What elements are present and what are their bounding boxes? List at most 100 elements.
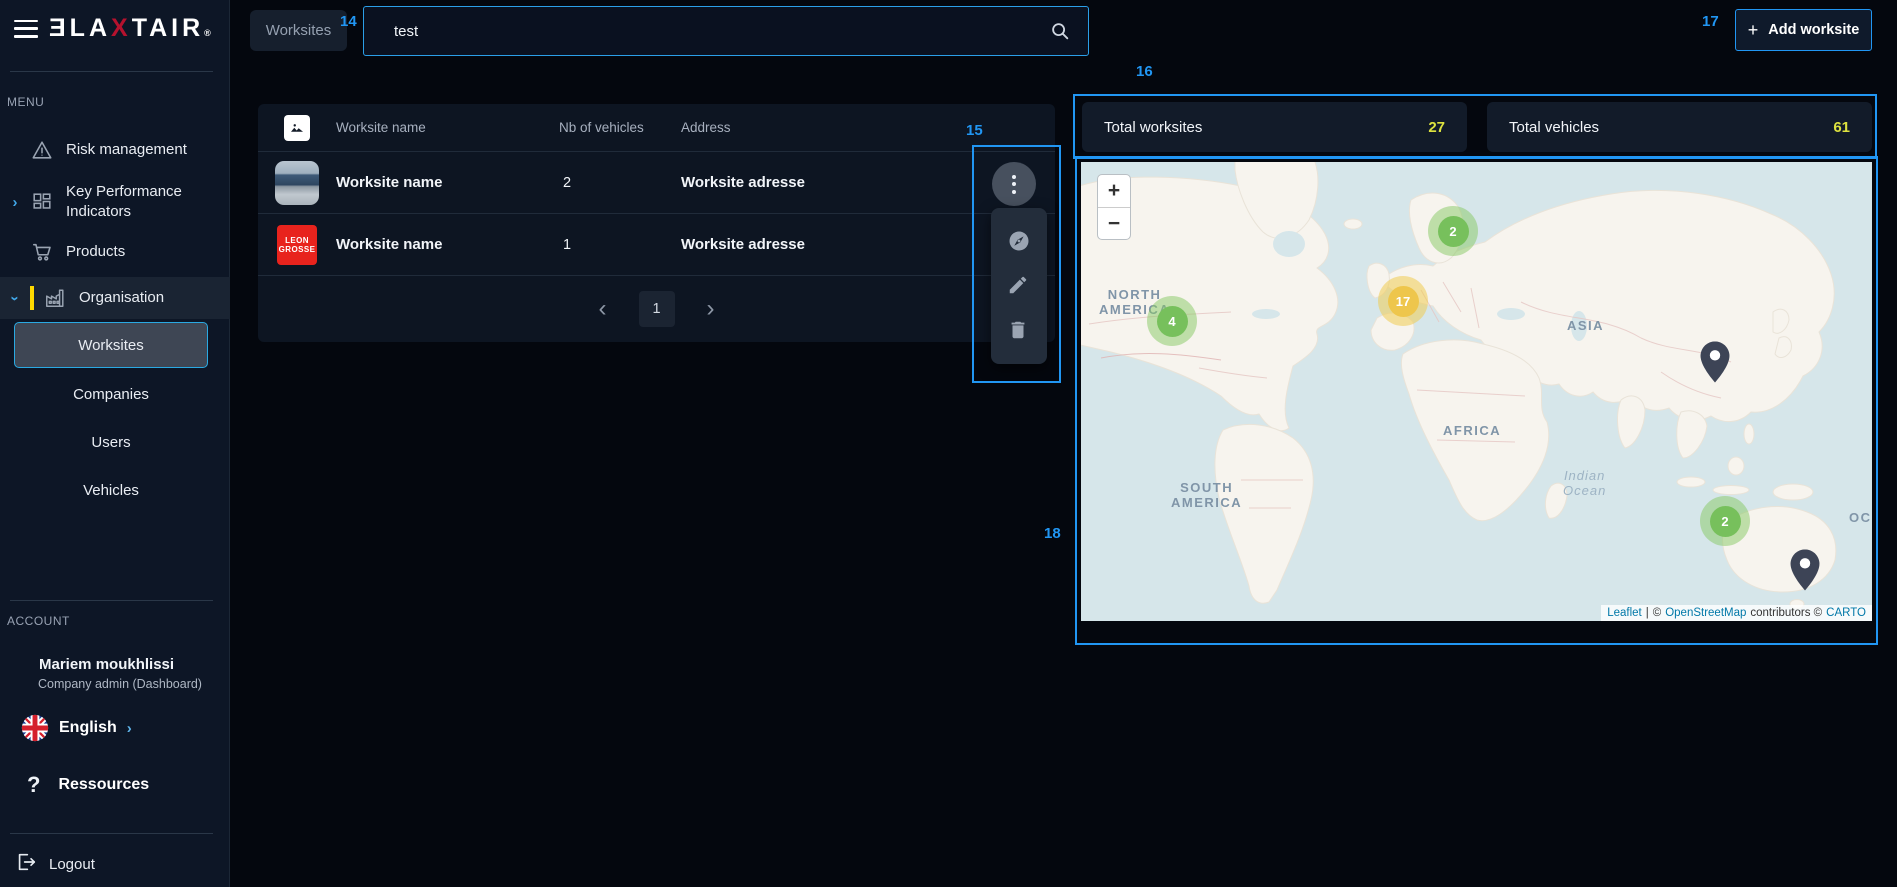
annotation-number-14: 14 [340,13,357,30]
attribution-separator: | [1646,607,1649,619]
user-name: Mariem moukhlissi [39,656,174,673]
total-worksites-card: Total worksites 27 [1082,102,1467,152]
worksites-tab-label: Worksites [266,22,332,39]
island-borneo [1728,457,1744,475]
logo-accent: X [111,14,132,42]
map-cluster-marker[interactable]: 17 [1378,276,1428,326]
cell-worksite-name: Worksite name [336,174,559,191]
zoom-out-button[interactable]: − [1098,207,1130,239]
table-row[interactable]: Worksite name 2 Worksite adresse [258,152,1055,214]
map-pin-marker[interactable] [1790,549,1820,590]
previous-page-icon[interactable]: ‹ [593,297,613,321]
island-new-guinea [1773,484,1813,500]
search-icon[interactable] [1049,20,1071,42]
map-label-indian-ocean: Indian Ocean [1563,468,1606,498]
total-worksites-value: 27 [1428,119,1445,136]
logout-label: Logout [49,856,95,873]
search-input[interactable] [363,6,1089,56]
sidebar-subitem-vehicles[interactable]: Vehicles [14,468,208,512]
map-cluster-marker[interactable]: 2 [1700,496,1750,546]
language-selector[interactable]: English › [21,714,132,742]
shopping-cart-icon [30,240,54,264]
vertical-ellipsis-icon [1012,175,1016,194]
chevron-down-icon[interactable]: › [7,283,24,313]
map-label-south-america: SOUTH AMERICA [1171,480,1242,510]
sidebar-header: ƎLAXTAIR® [14,14,211,43]
sidebar-item-label: Organisation [79,288,164,308]
annotation-number-15: 15 [966,122,983,139]
navigate-compass-icon[interactable] [1007,229,1031,253]
map-cluster-marker[interactable]: 2 [1428,206,1478,256]
map-zoom-control: + − [1097,174,1131,240]
sidebar-item-risk-management[interactable]: Risk management [0,126,230,174]
app-logo: ƎLAXTAIR® [49,14,211,43]
worksites-tab-chip[interactable]: Worksites [250,10,347,51]
resources-label: Ressources [58,776,149,794]
zoom-in-button[interactable]: + [1098,175,1130,207]
sidebar-item-products[interactable]: Products [0,230,230,274]
sidebar-subitem-companies[interactable]: Companies [14,372,208,416]
delete-trash-icon[interactable] [1007,319,1031,343]
hamburger-menu-icon[interactable] [14,20,38,38]
leon-grosse-logo-thumbnail: LEON GROSSE [277,225,317,265]
chevron-right-icon[interactable]: › [0,194,30,211]
sidebar-item-label: Products [66,242,125,262]
map-cluster-marker[interactable]: 4 [1147,296,1197,346]
cell-nb-vehicles: 2 [559,175,681,191]
sidebar-subitem-label: Users [91,434,130,451]
question-mark-icon: ? [27,772,40,798]
user-role: Company admin (Dashboard) [38,677,202,691]
sidebar-subitem-worksites[interactable]: Worksites [14,322,208,368]
sidebar-item-kpi[interactable]: › Key Performance Indicators [0,174,230,230]
row-actions-button[interactable] [992,162,1036,206]
map-pin-marker[interactable] [1700,341,1730,382]
table-header-row: Worksite name Nb of vehicles Address [258,104,1055,152]
logo-line: GROSSE [279,245,316,254]
sidebar-item-label: Risk management [66,140,187,160]
column-header-nb-vehicles[interactable]: Nb of vehicles [559,120,681,135]
black-sea [1497,308,1525,320]
column-header-address[interactable]: Address [681,120,1055,135]
island-philippines [1744,424,1754,444]
map-label-africa: AFRICA [1443,423,1501,438]
language-label: English [59,719,117,737]
island-java [1713,486,1749,495]
sidebar-subitem-users[interactable]: Users [14,420,208,464]
edit-pencil-icon[interactable] [1007,274,1031,298]
row-thumbnail-cell [258,161,336,205]
sidebar-item-label: Key Performance Indicators [66,182,184,222]
openstreetmap-link[interactable]: OpenStreetMap [1665,607,1746,619]
island-iceland [1344,219,1362,229]
menu-section-label: MENU [7,95,44,109]
next-page-icon[interactable]: › [701,297,721,321]
map-label-oceania-partial: OC [1849,510,1872,525]
total-worksites-label: Total worksites [1104,119,1202,136]
logout-icon [15,851,37,878]
attribution-text: contributors © [1750,607,1822,619]
sidebar-divider [10,600,213,601]
total-vehicles-card: Total vehicles 61 [1487,102,1872,152]
total-vehicles-value: 61 [1833,119,1850,136]
leaflet-link[interactable]: Leaflet [1607,607,1642,619]
image-column-header [258,115,336,141]
annotation-number-17: 17 [1702,13,1719,30]
table-row[interactable]: LEON GROSSE Worksite name 1 Worksite adr… [258,214,1055,276]
worksites-map[interactable]: NORTH AMERICA SOUTH AMERICA AFRICA ASIA … [1081,162,1872,621]
row-actions-menu [991,208,1047,364]
annotation-number-18: 18 [1044,525,1061,542]
page-number[interactable]: 1 [639,291,675,327]
column-header-worksite-name[interactable]: Worksite name [336,120,559,135]
sidebar-divider [10,833,213,834]
cell-nb-vehicles: 1 [559,237,681,253]
sidebar-item-organisation[interactable]: › Organisation [0,277,230,319]
resources-link[interactable]: ? Ressources [27,772,149,798]
active-accent-bar [30,286,34,310]
add-worksite-label: Add worksite [1768,22,1859,38]
logout-button[interactable]: Logout [15,851,95,878]
cluster-count: 4 [1157,306,1188,337]
carto-link[interactable]: CARTO [1826,607,1866,619]
add-worksite-button[interactable]: + Add worksite [1735,9,1872,51]
plus-icon: + [1748,20,1759,41]
logo-text: ƎLA [49,14,111,42]
search-field [363,6,1089,56]
